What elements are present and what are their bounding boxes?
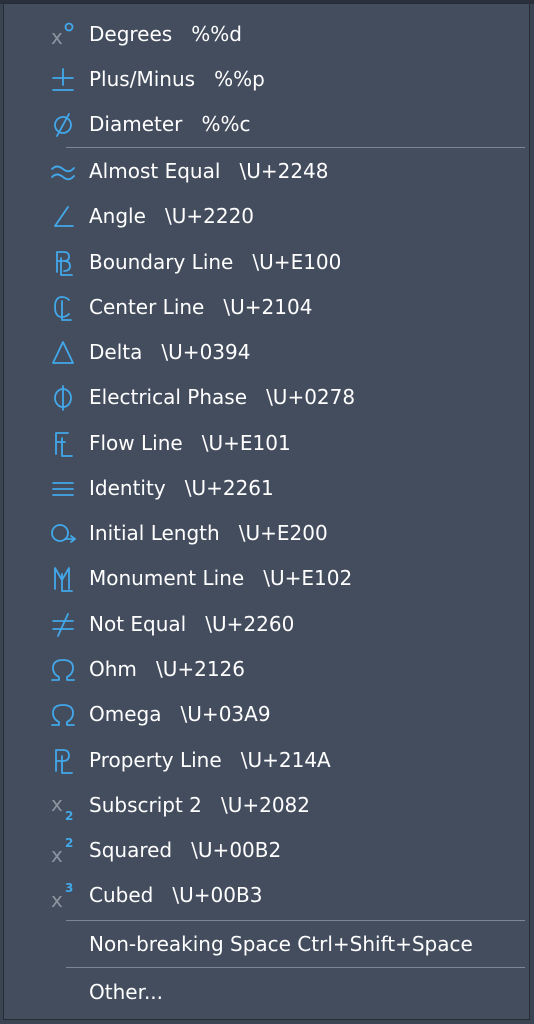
menu-item-label: Cubed \U+00B3 [89,883,263,907]
menu-item-label: Non-breaking Space Ctrl+Shift+Space [89,932,473,956]
menu-item-center-line[interactable]: Center Line \U+2104 [4,285,529,330]
menu-item-label: Angle \U+2220 [89,204,255,228]
monument-line-icon [48,564,78,594]
electrical-phase-icon [48,383,78,413]
menu-item-label: Boundary Line \U+E100 [89,250,342,274]
diameter-icon [48,110,78,140]
menu-item-subscript-2[interactable]: x 2 Subscript 2 \U+2082 [4,783,529,828]
menu-item-label: Center Line \U+2104 [89,295,313,319]
menu-item-label: Property Line \U+214A [89,748,331,772]
svg-text:2: 2 [65,809,73,821]
angle-icon [48,202,78,232]
ohm-icon [48,655,78,685]
menu-item-label: Delta \U+0394 [89,340,251,364]
identity-icon [48,474,78,504]
menu-item-property-line[interactable]: Property Line \U+214A [4,738,529,783]
menu-item-not-equal[interactable]: Not Equal \U+2260 [4,602,529,647]
almost-equal-icon [48,157,78,187]
subscript-2-icon: x 2 [48,791,78,821]
menu-item-degrees[interactable]: x Degrees %%d [4,12,529,57]
menu-item-squared[interactable]: x 2 Squared \U+00B2 [4,828,529,873]
menu-item-plus-minus[interactable]: Plus/Minus %%p [4,57,529,102]
menu-item-label: Subscript 2 \U+2082 [89,793,310,817]
menu-item-label: Plus/Minus %%p [89,67,265,91]
menu-item-label: Other... [89,980,164,1004]
center-line-icon [48,293,78,323]
delta-icon [48,338,78,368]
initial-length-icon [48,519,78,549]
menu-item-identity[interactable]: Identity \U+2261 [4,466,529,511]
menu-item-angle[interactable]: Angle \U+2220 [4,194,529,239]
symbol-menu: x Degrees %%d Plus/Minus %%p Diameter %%… [3,3,530,1020]
menu-item-label: Diameter %%c [89,112,251,136]
squared-icon: x 2 [48,836,78,866]
menu-item-omega[interactable]: Omega \U+03A9 [4,692,529,737]
property-line-icon [48,746,78,776]
menu-item-label: Omega \U+03A9 [89,702,271,726]
boundary-line-icon [48,248,78,278]
svg-text:x: x [51,843,63,866]
menu-item-flow-line[interactable]: Flow Line \U+E101 [4,421,529,466]
not-equal-icon [48,610,78,640]
degrees-icon: x [48,20,78,50]
menu-item-diameter[interactable]: Diameter %%c [4,102,529,147]
plus-minus-icon [48,65,78,95]
menu-item-boundary-line[interactable]: Boundary Line \U+E100 [4,240,529,285]
menu-item-electrical-phase[interactable]: Electrical Phase \U+0278 [4,375,529,420]
flow-line-icon [48,429,78,459]
omega-icon [48,700,78,730]
menu-item-label: Electrical Phase \U+0278 [89,385,356,409]
menu-item-non-breaking-space[interactable]: Non-breaking Space Ctrl+Shift+Space [4,922,529,967]
menu-item-almost-equal[interactable]: Almost Equal \U+2248 [4,149,529,194]
menu-item-label: Flow Line \U+E101 [89,431,291,455]
menu-item-label: Squared \U+00B2 [89,838,282,862]
svg-text:2: 2 [65,836,73,850]
svg-text:3: 3 [65,881,73,895]
svg-text:x: x [51,888,63,911]
menu-item-monument-line[interactable]: Monument Line \U+E102 [4,556,529,601]
cubed-icon: x 3 [48,881,78,911]
menu-item-ohm[interactable]: Ohm \U+2126 [4,647,529,692]
menu-item-label: Monument Line \U+E102 [89,566,353,590]
menu-item-initial-length[interactable]: Initial Length \U+E200 [4,511,529,556]
menu-item-label: Degrees %%d [89,22,242,46]
svg-text:x: x [51,25,63,49]
menu-item-label: Not Equal \U+2260 [89,612,295,636]
menu-item-label: Identity \U+2261 [89,476,274,500]
menu-item-label: Ohm \U+2126 [89,657,246,681]
menu-separator [66,920,525,921]
svg-text:x: x [51,792,63,816]
menu-item-other[interactable]: Other... [4,970,529,1015]
menu-item-delta[interactable]: Delta \U+0394 [4,330,529,375]
menu-item-cubed[interactable]: x 3 Cubed \U+00B3 [4,873,529,918]
menu-item-label: Almost Equal \U+2248 [89,159,329,183]
menu-separator [66,967,525,968]
menu-item-label: Initial Length \U+E200 [89,521,328,545]
menu-separator [66,147,525,148]
